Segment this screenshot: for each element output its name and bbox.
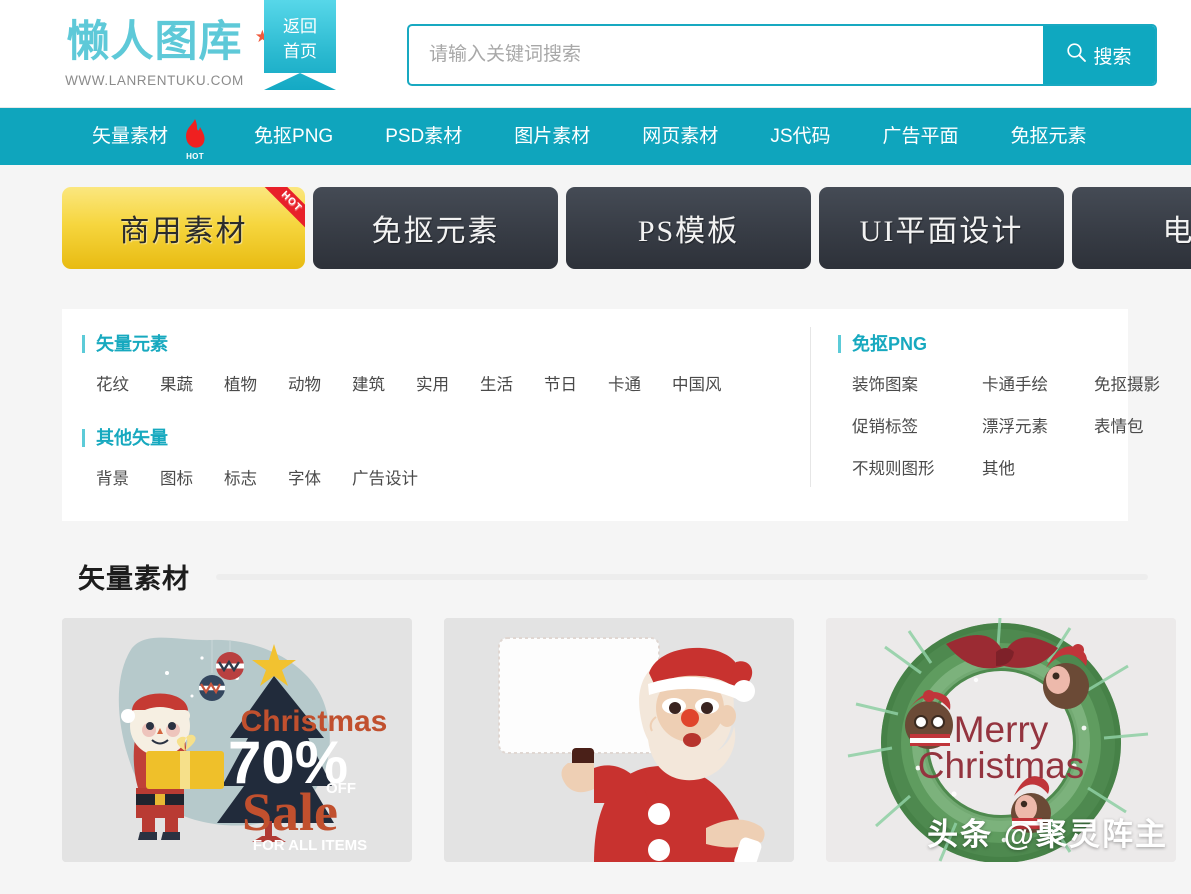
filter-group-title-vector-element: 矢量元素 [82,333,810,355]
nav-item-image[interactable]: 图片素材 [514,108,590,165]
nav-item-label: 网页素材 [642,126,719,147]
filter-tag[interactable]: 字体 [288,465,321,489]
search-button[interactable]: 搜索 [1043,26,1155,84]
nav-item-psd[interactable]: PSD素材 [385,108,462,165]
tab-ps-template[interactable]: PS模板 [566,187,811,269]
card1-line3: Sale [242,782,338,842]
search-box: 搜索 [407,24,1157,86]
hot-corner-ribbon: HOT [255,187,305,238]
tab-cutout-element[interactable]: 免抠元素 [313,187,558,269]
tab-label: PS模板 [637,215,740,248]
category-tab-bar: 商用素材 HOT 免抠元素 PS模板 UI平面设计 电商 [0,165,1191,269]
card3-line1: Merry [954,709,1049,750]
filter-tag-row-other-vector: 背景 图标 标志 字体 广告设计 [82,465,810,499]
filter-tag[interactable]: 背景 [96,465,129,489]
search-icon [1066,42,1087,69]
hot-flame-icon: HOT [180,116,210,161]
filter-tag[interactable]: 图标 [160,465,193,489]
filter-tag[interactable]: 节日 [544,371,577,395]
card1-line4: FOR ALL ITEMS [253,837,367,854]
filter-group-title-png: 免抠PNG [838,333,1128,355]
filter-tag-grid-png: 装饰图案 卡通手绘 免抠摄影 促销标签 漂浮元素 表情包 不规则图形 其他 [838,371,1160,479]
nav-item-ad[interactable]: 广告平面 [883,108,959,165]
back-to-home-ribbon[interactable]: 返回 首页 [264,0,336,90]
thumbnail-card-santa-sign[interactable] [444,618,794,862]
tab-commercial[interactable]: 商用素材 HOT [62,187,305,269]
main-navigation: 矢量素材 HOT 免抠PNG PSD素材 图片素材 网页素材 JS代码 广告平面… [0,108,1191,165]
ribbon-line-1: 返回 [283,17,317,36]
filter-tag-row-vector-element: 花纹 果蔬 植物 动物 建筑 实用 生活 节日 卡通 中国风 [82,371,810,405]
filter-tag[interactable]: 中国风 [672,371,722,395]
filter-tag[interactable]: 实用 [416,371,449,395]
card3-line2: Christmas [918,745,1085,786]
logo-website-url: WWW.LANRENTUKU.COM [65,73,244,88]
nav-item-js[interactable]: JS代码 [770,108,830,165]
filter-tag[interactable]: 卡通手绘 [982,371,1094,395]
ribbon-line-2: 首页 [283,42,317,61]
filter-column-right: 免抠PNG 装饰图案 卡通手绘 免抠摄影 促销标签 漂浮元素 表情包 不规则图形… [810,333,1160,499]
nav-item-label: PSD素材 [385,126,463,147]
tab-label: 电商 [1162,215,1191,248]
nav-item-web[interactable]: 网页素材 [642,108,718,165]
filter-tag[interactable]: 动物 [288,371,321,395]
christmas-wreath-illustration: Merry Christmas [826,618,1176,862]
filter-tag[interactable]: 花纹 [96,371,129,395]
thumbnail-grid: Christmas 70% OFF Sale FOR ALL ITEMS Mer… [62,618,1191,862]
page-title: 矢量素材 [78,564,190,594]
filter-tag[interactable]: 其他 [982,455,1094,479]
search-button-label: 搜索 [1093,46,1132,68]
filter-tag[interactable]: 生活 [480,371,513,395]
santa-sign-illustration [444,618,794,862]
tab-ecommerce[interactable]: 电商 [1072,187,1191,269]
nav-item-png[interactable]: 免抠PNG [254,108,333,165]
filter-column-left: 矢量元素 花纹 果蔬 植物 动物 建筑 实用 生活 节日 卡通 中国风 其他矢量… [62,333,810,499]
nav-item-label: 免抠元素 [1010,126,1087,147]
section-header-vector-materials: 矢量素材 [78,557,1148,596]
panel-divider [810,327,811,487]
filter-tag[interactable]: 果蔬 [160,371,193,395]
filter-tag[interactable]: 建筑 [352,371,385,395]
thumbnail-card-christmas-sale[interactable]: Christmas 70% OFF Sale FOR ALL ITEMS [62,618,412,862]
filter-tag[interactable]: 卡通 [608,371,641,395]
thumbnail-card-christmas-wreath[interactable]: Merry Christmas 头条 @聚灵阵主 [826,618,1176,862]
search-input[interactable] [409,26,1043,84]
filter-tag[interactable]: 漂浮元素 [982,413,1094,437]
nav-item-label: 矢量素材 [92,126,169,147]
tab-label: UI平面设计 [859,215,1024,248]
nav-item-element[interactable]: 免抠元素 [1011,108,1087,165]
filter-panel: 矢量元素 花纹 果蔬 植物 动物 建筑 实用 生活 节日 卡通 中国风 其他矢量… [62,309,1160,521]
tab-label: 免抠元素 [371,215,500,248]
nav-item-label: 免抠PNG [254,126,334,147]
filter-tag[interactable]: 广告设计 [352,465,418,489]
filter-tag[interactable]: 植物 [224,371,257,395]
filter-tag[interactable]: 免抠摄影 [1094,371,1160,395]
nav-item-label: JS代码 [770,126,831,147]
filter-tag[interactable]: 促销标签 [852,413,982,437]
nav-item-vector[interactable]: 矢量素材 HOT [92,108,205,165]
site-logo[interactable]: 懒人图库 ★ WWW.LANRENTUKU.COM [52,14,270,88]
christmas-sale-illustration: Christmas 70% OFF Sale FOR ALL ITEMS [62,618,412,862]
section-divider [216,573,1148,580]
nav-item-label: 图片素材 [514,126,591,147]
logo-text: 懒人图库 [66,17,243,67]
filter-group-title-other-vector: 其他矢量 [82,427,810,449]
nav-item-label: 广告平面 [882,126,959,147]
tab-ui-design[interactable]: UI平面设计 [819,187,1064,269]
site-header: 懒人图库 ★ WWW.LANRENTUKU.COM 返回 首页 搜索 [0,0,1191,108]
filter-tag[interactable]: 表情包 [1094,413,1160,437]
tab-label: 商用素材 [119,215,248,248]
filter-tag[interactable]: 不规则图形 [852,455,982,479]
filter-tag[interactable]: 装饰图案 [852,371,982,395]
hot-badge-label: HOT [186,152,204,161]
filter-tag[interactable]: 标志 [224,465,257,489]
